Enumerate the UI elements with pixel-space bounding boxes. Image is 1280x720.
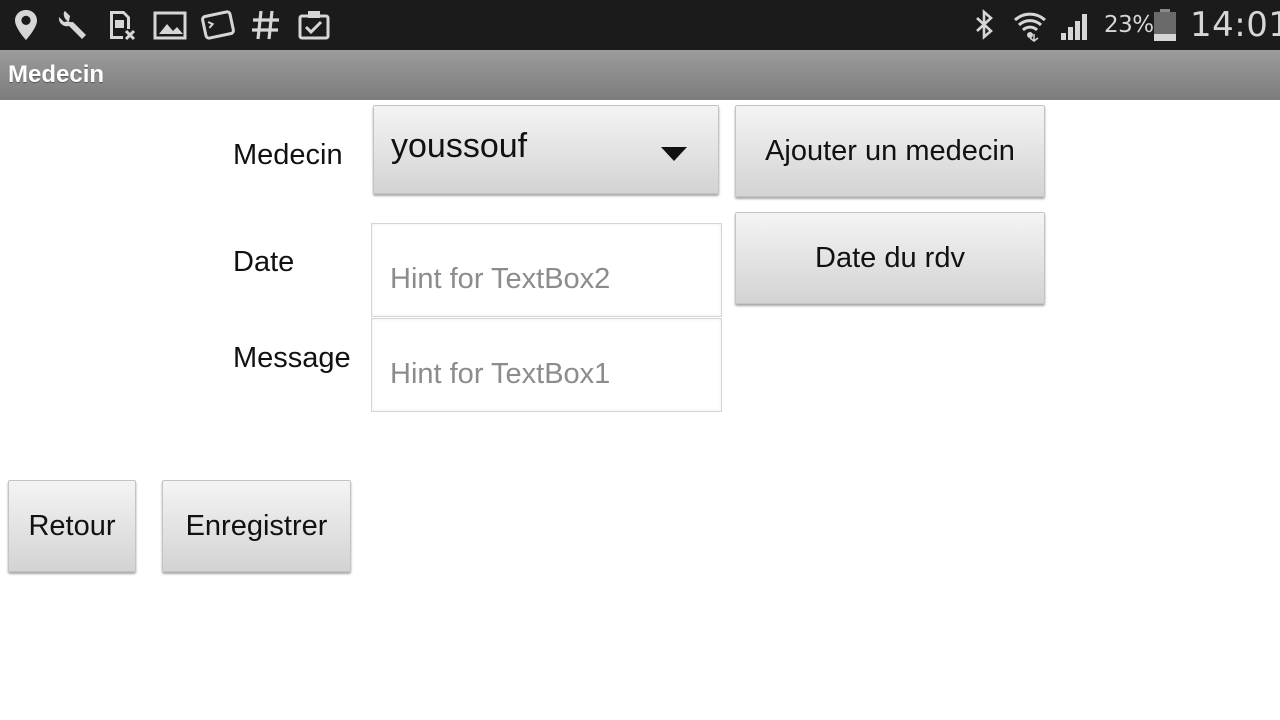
status-bar: 23% 14:01 [0, 0, 1280, 50]
dropdown-arrow-icon [660, 146, 688, 162]
image-icon [152, 8, 188, 42]
wifi-icon [1012, 8, 1048, 42]
message-input[interactable] [372, 319, 721, 411]
sim-blocked-icon [104, 8, 140, 42]
message-field[interactable] [371, 318, 722, 412]
date-label: Date [233, 246, 295, 278]
battery-icon [1152, 8, 1178, 42]
terminal-icon [200, 8, 236, 42]
location-icon [8, 8, 44, 42]
battery-percent: 23% [1104, 12, 1154, 38]
date-field[interactable] [371, 223, 722, 317]
date-input[interactable] [372, 224, 721, 316]
clock: 14:01 [1190, 5, 1280, 45]
date-rdv-button[interactable]: Date du rdv [735, 212, 1045, 304]
back-button[interactable]: Retour [8, 480, 136, 572]
medecin-label: Medecin [233, 139, 343, 171]
bluetooth-icon [966, 8, 1002, 42]
medecin-selected-value: youssouf [391, 127, 528, 165]
save-button[interactable]: Enregistrer [162, 480, 351, 572]
signal-icon [1058, 8, 1094, 42]
title-bar: Medecin [0, 50, 1280, 100]
wrench-icon [56, 8, 92, 42]
app-title: Medecin [8, 61, 105, 88]
add-medecin-button[interactable]: Ajouter un medecin [735, 105, 1045, 197]
medecin-spinner[interactable]: youssouf [373, 105, 719, 194]
message-label: Message [233, 342, 351, 374]
clipboard-check-icon [296, 8, 332, 42]
hash-icon [248, 8, 284, 42]
